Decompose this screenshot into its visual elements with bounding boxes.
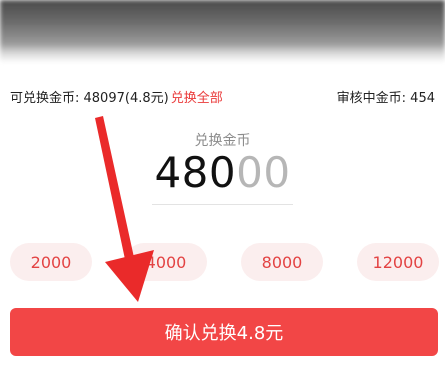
exchangeable-coins: 可兑换金币: 48097(4.8元) 兑换全部 bbox=[10, 87, 223, 106]
confirm-exchange-button[interactable]: 确认兑换4.8元 bbox=[10, 308, 438, 356]
amount-field[interactable]: 48000 bbox=[0, 152, 445, 205]
amount-placeholder-digits: 00 bbox=[236, 148, 291, 197]
amount-entered-digits: 480 bbox=[154, 148, 237, 197]
blurred-header bbox=[0, 0, 445, 62]
exchangeable-coins-label: 可兑换金币: 48097(4.8元) bbox=[10, 90, 169, 106]
amount-label: 兑换金币 bbox=[194, 133, 251, 149]
quick-amount-8000[interactable]: 8000 bbox=[241, 243, 323, 281]
reviewing-coins: 审核中金币: 454 bbox=[336, 90, 435, 106]
quick-amount-4000[interactable]: 4000 bbox=[125, 243, 207, 281]
exchange-all-link[interactable]: 兑换全部 bbox=[171, 87, 223, 106]
coins-info-row: 可兑换金币: 48097(4.8元) 兑换全部 审核中金币: 454 bbox=[10, 87, 435, 106]
quick-amounts: 2000 4000 8000 12000 bbox=[10, 243, 445, 281]
quick-amount-12000[interactable]: 12000 bbox=[357, 243, 439, 281]
quick-amount-2000[interactable]: 2000 bbox=[10, 243, 92, 281]
amount-input[interactable]: 48000 bbox=[152, 152, 293, 205]
